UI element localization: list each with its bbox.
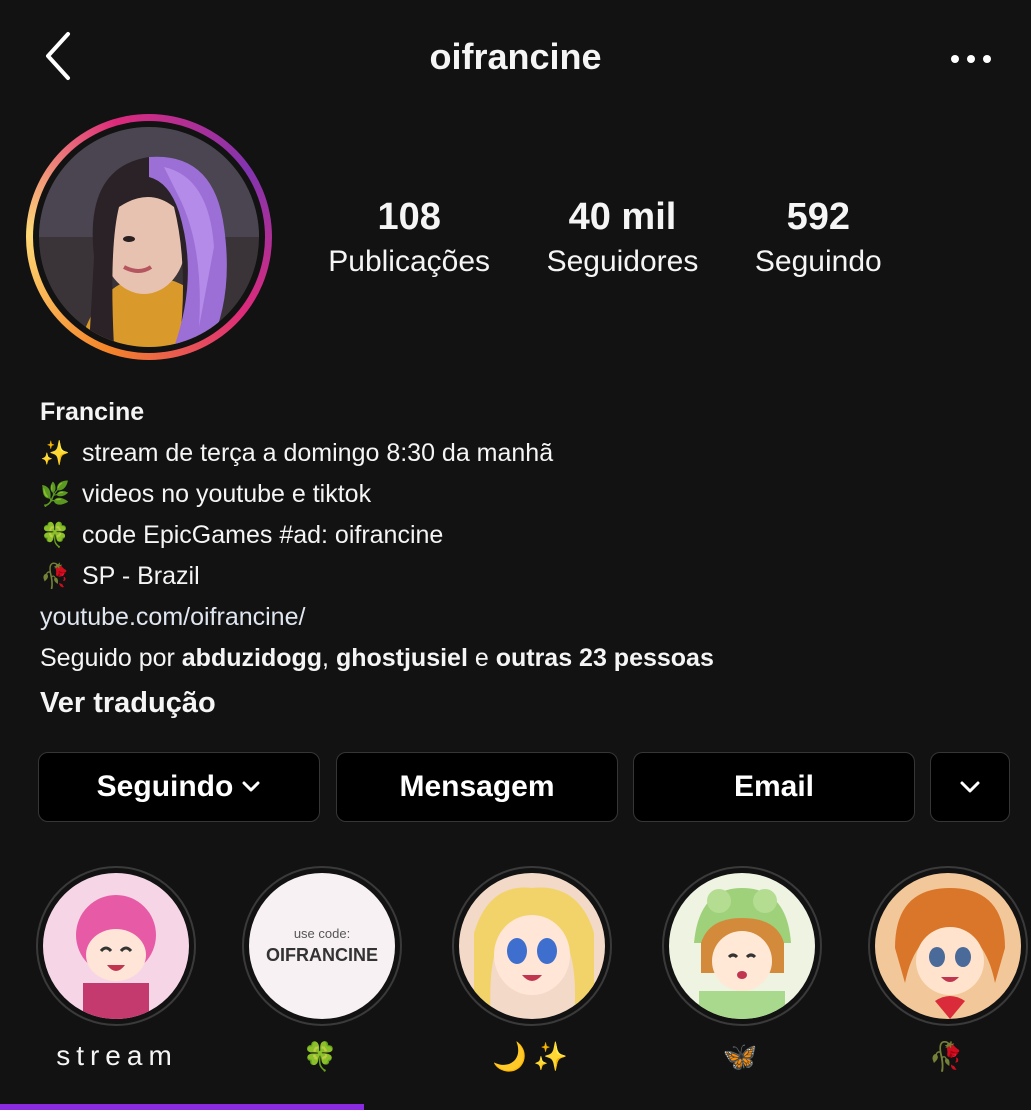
profile-display-name: Francine — [40, 398, 145, 426]
highlight-item[interactable]: stream — [36, 866, 198, 1072]
highlight-cover: use code: OIFRANCINE — [249, 873, 395, 1019]
bio-line-text: code EpicGames #ad: oifrancine — [82, 521, 444, 549]
bio-line: 🌿 videos no youtube e tiktok — [40, 474, 1000, 515]
stat-followers-count: 40 mil — [568, 196, 677, 238]
stat-following[interactable]: 592 Seguindo — [755, 196, 882, 279]
scroll-indicator — [0, 1104, 364, 1110]
highlight-label: 🌙✨ — [492, 1041, 574, 1072]
bio-line-text: stream de terça a domingo 8:30 da manhã — [82, 439, 554, 467]
sparkles-emoji: ✨ — [40, 440, 70, 467]
highlight-cover-text: use code: — [293, 926, 351, 941]
profile-action-buttons: Seguindo Mensagem Email — [38, 752, 1012, 824]
highlight-item[interactable]: 🥀 — [868, 866, 1030, 1073]
highlight-item[interactable]: 🌙✨ — [452, 866, 614, 1073]
bio-line: 🥀 SP - Brazil — [40, 556, 1000, 597]
chevron-down-icon — [242, 781, 260, 792]
more-horizontal-icon — [951, 55, 959, 63]
bio-line: 🍀 code EpicGames #ad: oifrancine — [40, 515, 1000, 556]
highlight-label: stream — [56, 1040, 178, 1071]
highlight-cover-code: OIFRANCINE — [266, 945, 378, 965]
highlight-label: 🦋 — [722, 1041, 764, 1072]
email-button-label: Email — [733, 770, 815, 803]
herb-emoji: 🌿 — [40, 481, 70, 508]
following-button[interactable]: Seguindo — [38, 752, 320, 822]
highlight-item[interactable]: 🦋 — [662, 866, 824, 1073]
highlight-cover — [669, 873, 815, 1019]
stat-followers[interactable]: 40 mil Seguidores — [547, 196, 699, 279]
message-button-label: Mensagem — [399, 770, 555, 803]
bio-line-text: SP - Brazil — [82, 562, 200, 590]
story-highlights: stream use code: OIFRANCINE 🍀 🌙✨ 🦋 🥀 — [0, 866, 1031, 1076]
avatar-story-ring[interactable] — [26, 114, 272, 360]
highlight-cover — [459, 873, 605, 1019]
following-button-label: Seguindo — [96, 770, 234, 803]
highlight-cover — [875, 873, 1021, 1019]
bio-line-text: videos no youtube e tiktok — [82, 480, 372, 508]
more-options-button[interactable] — [951, 44, 991, 74]
followed-by-text[interactable]: Seguido por abduzidogg, ghostjusiel e ou… — [40, 638, 1000, 679]
email-button[interactable]: Email — [633, 752, 915, 822]
stat-posts[interactable]: 108 Publicações — [328, 196, 490, 279]
top-bar: oifrancine — [0, 0, 1031, 118]
stat-following-label: Seguindo — [754, 245, 882, 278]
bio-line: ✨ stream de terça a domingo 8:30 da manh… — [40, 433, 1000, 474]
profile-bio: Francine ✨ stream de terça a domingo 8:3… — [40, 392, 1000, 724]
follower-name: ghostjusiel — [335, 644, 468, 672]
clover-emoji: 🍀 — [40, 522, 70, 549]
followers-others: outras 23 pessoas — [495, 644, 714, 672]
profile-username: oifrancine — [429, 36, 602, 77]
highlight-item[interactable]: use code: OIFRANCINE 🍀 — [242, 866, 404, 1073]
stat-following-count: 592 — [786, 196, 850, 238]
message-button[interactable]: Mensagem — [336, 752, 618, 822]
see-translation-link[interactable]: Ver tradução — [40, 683, 1000, 724]
wilted-rose-emoji: 🥀 — [40, 563, 70, 590]
highlight-label: 🥀 — [928, 1041, 970, 1072]
follower-name: abduzidogg — [181, 644, 323, 672]
stat-posts-label: Publicações — [328, 245, 491, 278]
stat-followers-label: Seguidores — [546, 245, 699, 278]
bio-website-link[interactable]: youtube.com/oifrancine/ — [40, 597, 1000, 638]
highlight-cover — [43, 873, 189, 1019]
stat-posts-count: 108 — [377, 196, 441, 238]
chevron-down-icon — [960, 781, 980, 793]
suggested-accounts-button[interactable] — [930, 752, 1010, 822]
avatar — [39, 127, 259, 347]
highlight-label: 🍀 — [302, 1041, 344, 1072]
profile-stats: 108 Publicações 40 mil Seguidores 592 Se… — [300, 196, 910, 279]
